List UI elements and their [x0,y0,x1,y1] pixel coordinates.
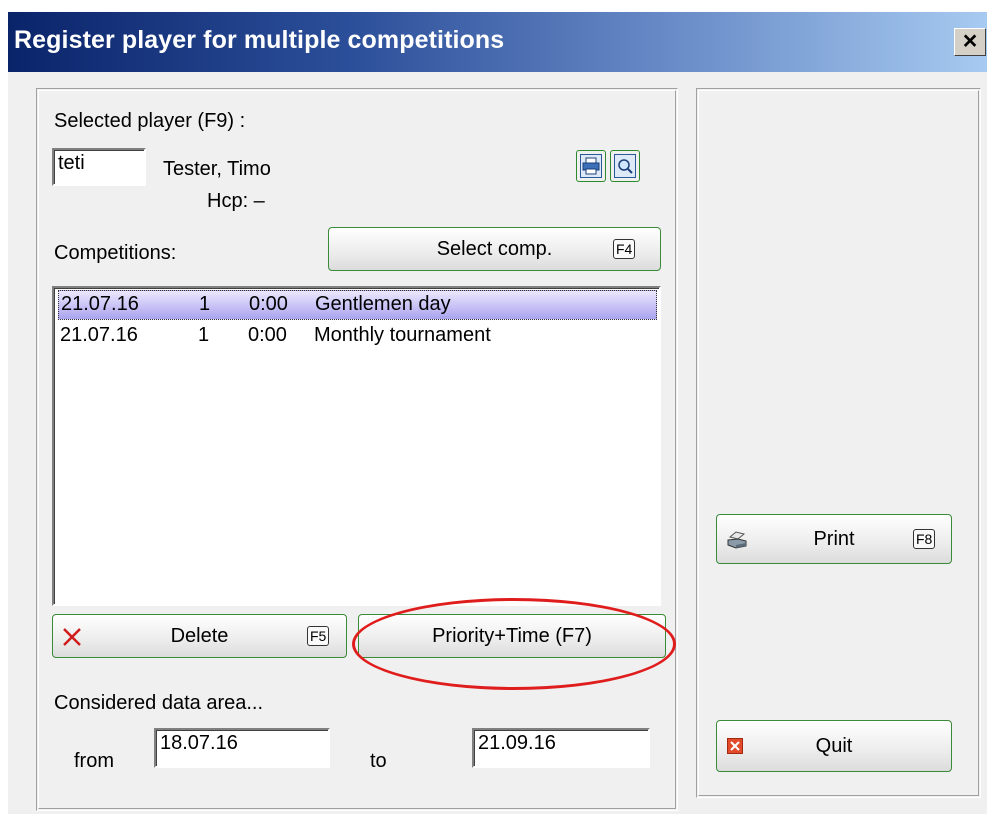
dialog-title: Register player for multiple competition… [14,26,505,54]
priority-time-button[interactable]: Priority+Time (F7) [358,614,666,658]
row-time: 0:00 [249,293,288,315]
f4-key-badge: F4 [613,239,636,259]
delete-button[interactable]: Delete F5 [52,614,347,658]
f5-key-badge: F5 [307,626,330,646]
row-date: 21.07.16 [60,324,138,346]
competitions-list[interactable]: 21.07.16 1 0:00 Gentlemen day 21.07.16 1… [52,286,661,606]
quit-label: Quit [815,734,853,757]
player-name: Tester, Timo [163,158,271,180]
f8-key-badge: F8 [913,529,936,549]
from-date-input[interactable]: 18.07.16 [154,728,330,768]
player-hcp: Hcp: – [207,190,265,212]
search-player-button[interactable] [610,150,640,182]
priority-time-label: Priority+Time (F7) [432,624,592,647]
row-number: 1 [198,324,210,346]
data-area-label: Considered data area... [54,692,264,714]
magnifier-icon [614,154,636,178]
selected-player-label: Selected player (F9) : [54,110,246,132]
to-date-input[interactable]: 21.09.16 [472,728,650,768]
select-comp-label: Select comp. [436,237,553,260]
delete-label: Delete [170,624,229,647]
row-name: Monthly tournament [314,324,491,346]
right-panel [696,88,981,798]
printer-icon [580,154,602,178]
register-dialog: Register player for multiple competition… [8,12,987,814]
row-time: 0:00 [248,324,287,346]
player-code-input[interactable]: teti [52,148,146,186]
row-date: 21.07.16 [61,293,139,315]
row-number: 1 [199,293,211,315]
title-bar[interactable]: Register player for multiple competition… [8,12,987,72]
print-button[interactable]: Print F8 [716,514,952,564]
list-item[interactable]: 21.07.16 1 0:00 Gentlemen day [58,290,657,320]
print-player-button[interactable] [576,150,606,182]
quit-button[interactable]: Quit [716,720,952,772]
competitions-label: Competitions: [54,242,177,264]
from-label: from [74,750,114,772]
list-item[interactable]: 21.07.16 1 0:00 Monthly tournament [58,322,657,352]
close-button[interactable]: × [954,28,986,56]
select-comp-button[interactable]: Select comp. F4 [328,227,661,271]
row-name: Gentlemen day [315,293,451,315]
to-label: to [370,750,387,772]
